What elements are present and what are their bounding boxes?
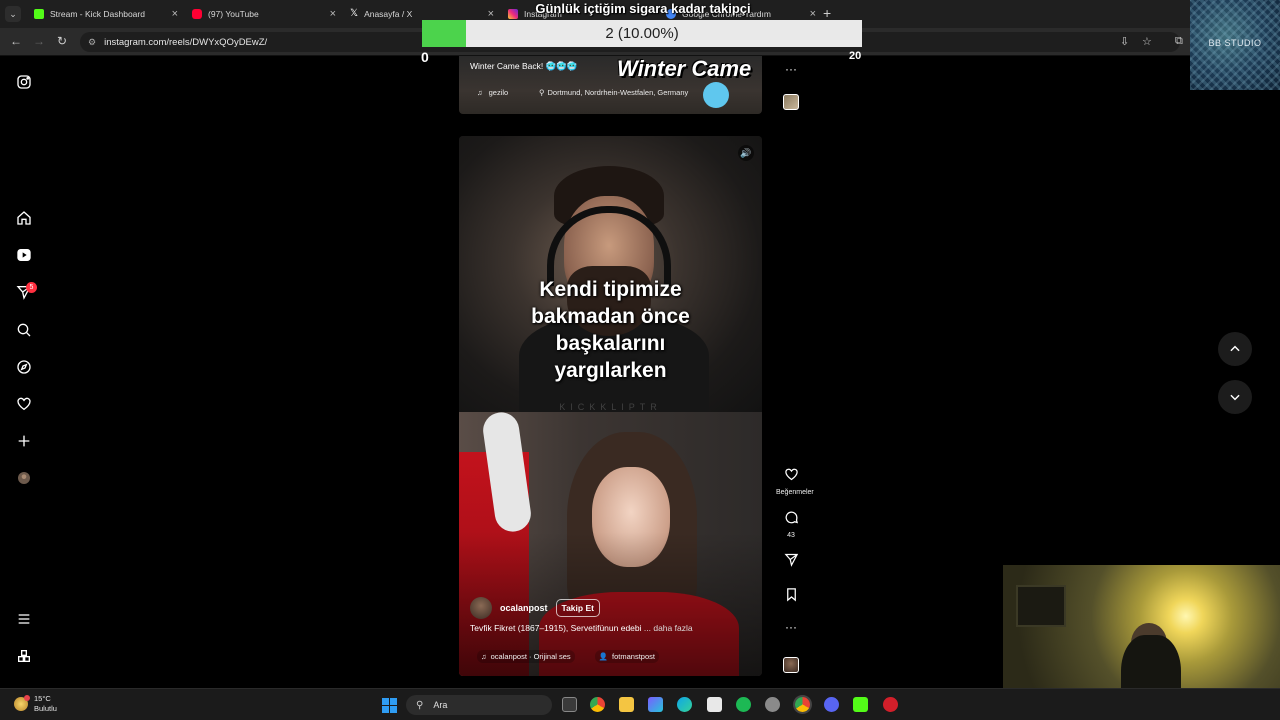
forward-icon[interactable]: →	[33, 34, 45, 48]
close-icon[interactable]: ×	[172, 8, 178, 20]
volume-icon[interactable]: 🔊	[738, 145, 754, 161]
reel-meta-row: ♫ ocalanpost · Orijinal ses 👤 fotmanstpo…	[477, 650, 679, 663]
cold-face-emoji	[703, 82, 729, 108]
taskbar: 15°C Bulutlu ⚲ Ara	[0, 688, 1280, 720]
goal-progress-bar: 2 (10.00%)	[422, 20, 862, 47]
location-pin-icon: ⚲	[539, 88, 545, 97]
reel-author-row: ocalanpost Takip Et	[470, 597, 600, 619]
previous-reel-caption: Winter Came Back! 🥶🥶🥶	[470, 61, 578, 71]
discord-icon[interactable]	[824, 697, 839, 712]
like-button[interactable]: Beğenmeler	[776, 467, 814, 496]
spotify-icon[interactable]	[736, 697, 751, 712]
tagged-user-link[interactable]: 👤 fotmanstpost	[594, 650, 659, 663]
meta-apps-icon[interactable]	[15, 647, 33, 665]
search-icon[interactable]	[15, 321, 33, 339]
copilot-icon[interactable]	[648, 697, 663, 712]
chevron-down-icon	[1230, 394, 1240, 401]
current-reel-video[interactable]: Kendi tipimize bakmadan önce başkalarını…	[459, 136, 762, 676]
previous-reel[interactable]: Winter Came Winter Came Back! 🥶🥶🥶 ♫ gezi…	[459, 56, 762, 114]
youtube-icon	[192, 9, 202, 19]
tab-kick-dashboard[interactable]: Stream - Kick Dashboard ×	[28, 3, 178, 25]
kick-icon	[34, 9, 44, 19]
kick-taskbar-icon[interactable]	[853, 697, 868, 712]
x-logo-icon: 𝕏	[350, 8, 359, 19]
goal-title: Günlük içtiğim sigara kadar takipçi	[535, 1, 751, 16]
tab-label: (97) YouTube	[208, 9, 259, 19]
home-icon[interactable]	[15, 209, 33, 227]
reels-icon[interactable]	[15, 246, 33, 264]
reel-overlay-text: Kendi tipimize bakmadan önce başkalarını…	[531, 278, 690, 382]
previous-reel-audio-thumbnail[interactable]	[783, 94, 799, 110]
previous-reel-button[interactable]	[1218, 332, 1252, 366]
weather-condition: Bulutlu	[34, 704, 57, 713]
save-button[interactable]	[776, 587, 806, 607]
tab-label: Anasayfa / X	[364, 9, 413, 19]
share-button[interactable]	[776, 552, 806, 572]
reel-caption: Tevfik Fikret (1867–1915), Servetifünun …	[470, 623, 693, 633]
tab-youtube[interactable]: (97) YouTube ×	[186, 3, 336, 25]
crowd-clip-frame	[459, 410, 762, 676]
reel-watermark: KICKKLIPTR	[559, 402, 662, 412]
studio-logo: BB STUDIO	[1190, 0, 1280, 90]
bookmark-icon	[786, 588, 796, 602]
comment-count: 43	[787, 532, 795, 539]
bookmark-star-icon[interactable]: ☆	[1142, 35, 1152, 48]
site-info-icon[interactable]: ⚙	[88, 37, 96, 48]
chrome-taskbar-icon[interactable]	[590, 697, 605, 712]
reload-icon[interactable]: ↻	[57, 34, 67, 48]
notifications-icon[interactable]	[15, 395, 33, 413]
settings-gear-icon[interactable]	[765, 697, 780, 712]
search-icon: ⚲	[416, 699, 424, 711]
comment-button[interactable]: 43	[776, 510, 806, 539]
back-icon[interactable]: ←	[10, 34, 22, 48]
create-icon[interactable]	[15, 432, 33, 450]
messages-badge: 5	[26, 282, 37, 293]
store-icon[interactable]	[707, 697, 722, 712]
follow-button[interactable]: Takip Et	[555, 599, 600, 617]
install-app-icon[interactable]: ⇩	[1120, 35, 1129, 48]
close-icon[interactable]: ×	[330, 8, 336, 20]
task-view-icon[interactable]	[562, 697, 577, 712]
instagram-logo-icon[interactable]	[15, 73, 33, 91]
music-note-icon: ♫	[481, 652, 487, 661]
weather-widget[interactable]: 15°C Bulutlu	[14, 694, 57, 714]
previous-reel-more-button[interactable]: ···	[776, 60, 806, 78]
previous-reel-location[interactable]: ⚲ Dortmund, Nordrhein-Westfalen, Germany	[539, 88, 688, 97]
profile-icon[interactable]	[15, 469, 33, 487]
taskbar-search[interactable]: ⚲ Ara	[406, 695, 552, 715]
url-text: instagram.com/reels/DWYxQOyDEwZ/	[104, 36, 268, 48]
caption-more-link[interactable]: ... daha fazla	[644, 623, 693, 633]
obs-icon[interactable]	[883, 697, 898, 712]
chrome-active-icon[interactable]	[795, 697, 810, 712]
next-reel-button[interactable]	[1218, 380, 1252, 414]
edge-icon[interactable]	[677, 697, 692, 712]
previous-reel-audio[interactable]: ♫ gezilo	[477, 88, 508, 97]
reel-audio-link[interactable]: ♫ ocalanpost · Orijinal ses	[477, 650, 575, 663]
weather-icon	[14, 695, 30, 711]
author-name[interactable]: ocalanpost	[500, 603, 548, 613]
reel-audio-thumbnail[interactable]	[783, 657, 799, 673]
tab-search-button[interactable]: ⌄	[5, 6, 21, 22]
tab-label: Stream - Kick Dashboard	[50, 9, 145, 19]
menu-icon[interactable]	[15, 610, 33, 628]
person-tag-icon: 👤	[598, 652, 609, 661]
chevron-up-icon	[1230, 345, 1240, 352]
goal-min: 0	[421, 49, 429, 65]
heart-icon	[784, 468, 798, 481]
weather-temperature: 15°C	[34, 694, 51, 703]
music-note-icon: ♫	[477, 88, 483, 97]
file-explorer-icon[interactable]	[619, 697, 634, 712]
start-button[interactable]	[382, 698, 397, 713]
extensions-icon[interactable]: ⧉	[1175, 35, 1183, 48]
like-label: Beğenmeler	[776, 489, 814, 496]
more-options-button[interactable]: ···	[776, 618, 806, 636]
author-avatar[interactable]	[470, 597, 492, 619]
share-icon	[783, 553, 798, 567]
goal-max: 20	[849, 50, 862, 62]
explore-icon[interactable]	[15, 358, 33, 376]
goal-progress-text: 2 (10.00%)	[605, 25, 679, 42]
studio-logo-text: BB STUDIO	[1208, 38, 1262, 48]
previous-reel-overlay-text: Winter Came	[617, 56, 752, 81]
comment-icon	[785, 511, 798, 524]
